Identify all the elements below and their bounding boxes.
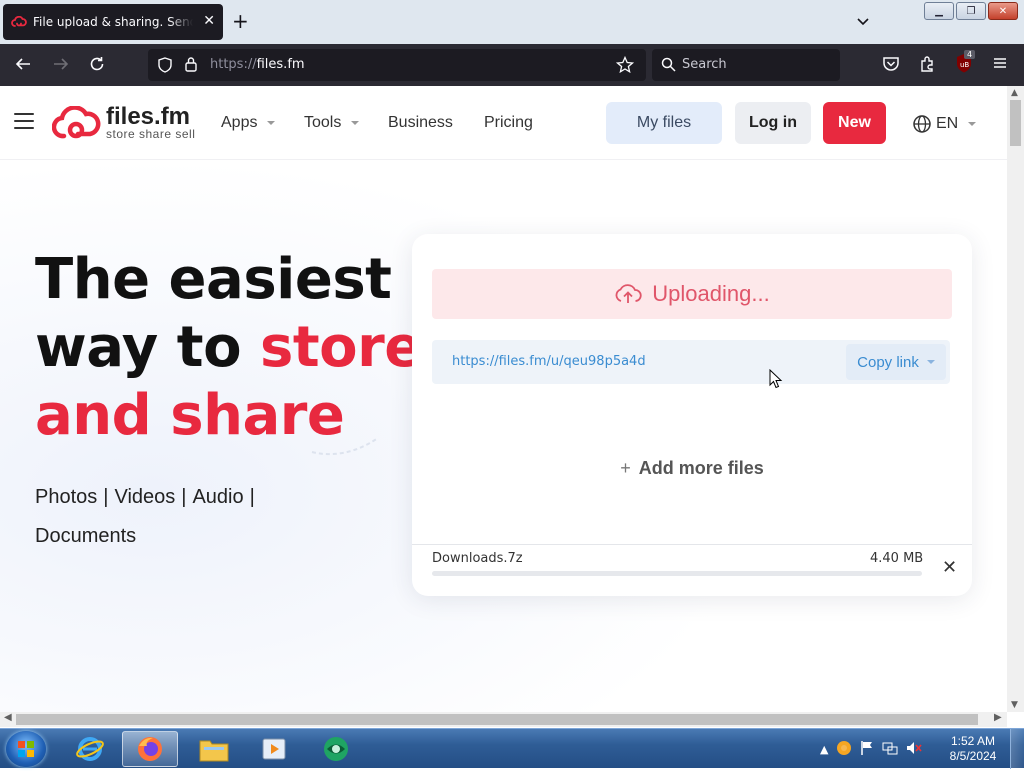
tab-title: File upload & sharing. Send large files — [33, 15, 193, 29]
share-link[interactable]: https://files.fm/u/qeu98p5a4d — [452, 354, 646, 369]
chevron-down-icon — [267, 120, 276, 125]
file-types: Photos | Videos | Audio | Documents — [35, 486, 255, 547]
tab-close-icon[interactable]: ✕ — [203, 13, 215, 29]
files-fm-logo[interactable]: files.fm store share sell — [52, 103, 196, 141]
cloud-upload-icon — [615, 284, 642, 303]
back-icon[interactable] — [14, 55, 32, 77]
add-more-files-button[interactable]: + Add more files — [412, 458, 972, 479]
show-hidden-icons-icon[interactable]: ▲ — [820, 743, 828, 756]
new-button[interactable]: New — [823, 102, 886, 144]
menu-apps[interactable]: Apps — [221, 114, 276, 132]
network-icon[interactable] — [882, 740, 898, 759]
vertical-scrollbar[interactable]: ▲ ▼ — [1007, 86, 1024, 712]
vertical-scroll-thumb[interactable] — [1010, 100, 1021, 146]
tracking-shield-icon[interactable] — [158, 57, 172, 77]
files-fm-favicon-icon — [11, 14, 27, 30]
uploading-label: Uploading... — [652, 281, 770, 306]
hero-title-line-1: The easiest — [35, 247, 392, 312]
scroll-right-icon[interactable]: ▶ — [994, 712, 1002, 723]
scroll-left-icon[interactable]: ◀ — [4, 712, 12, 723]
svg-text:uB: uB — [960, 61, 969, 69]
scroll-down-icon[interactable]: ▼ — [1011, 700, 1018, 710]
search-bar[interactable]: Search — [652, 49, 840, 81]
firefox-taskbar-icon[interactable] — [122, 731, 178, 767]
file-type-photos: Photos — [35, 486, 98, 508]
search-icon — [661, 57, 676, 76]
upload-progress-bar — [432, 571, 922, 576]
file-type-videos: Videos — [114, 486, 176, 508]
copy-link-button[interactable]: Copy link — [846, 344, 946, 380]
start-button-icon[interactable] — [6, 731, 46, 767]
media-player-icon[interactable] — [246, 731, 302, 767]
action-center-flag-icon[interactable] — [860, 740, 874, 759]
chevron-down-icon — [968, 122, 977, 126]
file-type-audio: Audio — [192, 486, 244, 508]
file-upload-row: Downloads.7z 4.40 MB ✕ — [412, 544, 972, 596]
show-desktop-button[interactable] — [1010, 729, 1024, 769]
system-tray: ▲ — [820, 729, 923, 769]
menu-tools[interactable]: Tools — [304, 114, 360, 132]
my-files-button[interactable]: My files — [606, 102, 722, 144]
new-tab-icon[interactable]: + — [232, 10, 249, 32]
file-explorer-icon[interactable] — [186, 731, 242, 767]
minimize-icon[interactable]: ▁ — [924, 2, 954, 20]
bookmark-star-icon[interactable] — [615, 55, 635, 78]
window-close-icon[interactable]: ✕ — [988, 2, 1018, 20]
cloud-logo-icon — [52, 106, 101, 139]
forward-icon[interactable] — [52, 55, 70, 77]
windows-taskbar: ▲ 1:52 AM 8/5/2024 — [0, 728, 1024, 769]
internet-explorer-icon[interactable] — [62, 731, 118, 767]
volume-muted-icon[interactable] — [906, 740, 923, 759]
window-controls: ▁ ❐ ✕ — [924, 2, 1018, 20]
mouse-cursor-icon — [769, 369, 783, 389]
language-selector[interactable]: EN — [912, 114, 977, 134]
plus-icon: + — [620, 458, 631, 478]
ublock-origin-icon[interactable]: uB 4 — [955, 50, 976, 79]
list-all-tabs-icon[interactable] — [856, 12, 870, 31]
clock-time: 1:52 AM — [950, 734, 996, 748]
menu-pricing[interactable]: Pricing — [484, 114, 533, 132]
horizontal-scroll-thumb[interactable] — [16, 714, 978, 725]
uploading-status-button[interactable]: Uploading... — [432, 269, 952, 319]
extensions-icon[interactable] — [919, 55, 937, 77]
menu-business[interactable]: Business — [388, 114, 453, 132]
site-header: files.fm store share sell Apps Tools Bus… — [0, 86, 1007, 160]
file-type-documents: Documents — [35, 525, 137, 547]
webpage: files.fm store share sell Apps Tools Bus… — [0, 86, 1007, 712]
reload-icon[interactable] — [88, 55, 106, 77]
app-globe-icon[interactable] — [308, 731, 364, 767]
clock-date: 8/5/2024 — [949, 749, 997, 763]
file-size: 4.40 MB — [870, 551, 924, 566]
extension-badge: 4 — [964, 50, 976, 59]
pocket-icon[interactable] — [882, 55, 900, 77]
hero-title-line-2: way to store — [35, 315, 422, 380]
restore-icon[interactable]: ❐ — [956, 2, 986, 20]
navigation-toolbar: https://files.fm Search uB 4 — [0, 44, 1024, 86]
share-link-row: https://files.fm/u/qeu98p5a4d Copy link — [432, 340, 950, 384]
logo-name: files.fm — [106, 103, 191, 130]
language-label: EN — [936, 115, 959, 132]
app-menu-icon[interactable] — [992, 55, 1008, 75]
search-placeholder: Search — [682, 57, 727, 72]
globe-icon — [913, 115, 931, 133]
scroll-up-icon[interactable]: ▲ — [1011, 88, 1018, 98]
chevron-down-icon — [351, 120, 360, 125]
browser-tab[interactable]: File upload & sharing. Send large files … — [3, 4, 223, 40]
tab-strip: File upload & sharing. Send large files … — [0, 0, 1024, 44]
log-in-button[interactable]: Log in — [735, 102, 811, 144]
hamburger-menu-icon[interactable] — [14, 113, 34, 134]
url-text: https://files.fm — [210, 57, 305, 72]
file-name: Downloads.7z — [432, 551, 523, 566]
address-bar[interactable]: https://files.fm — [148, 49, 646, 81]
logo-tagline: store share sell — [106, 127, 196, 141]
tray-app-icon[interactable] — [836, 740, 852, 759]
lock-icon[interactable] — [184, 56, 198, 76]
taskbar-clock[interactable]: 1:52 AM 8/5/2024 — [946, 734, 1000, 764]
hero-title-line-3: and share — [35, 383, 345, 448]
cancel-upload-icon[interactable]: ✕ — [942, 557, 957, 578]
upload-card: Uploading... https://files.fm/u/qeu98p5a… — [412, 234, 972, 596]
horizontal-scrollbar[interactable]: ◀ ▶ — [0, 712, 1007, 727]
chevron-down-icon — [926, 360, 935, 364]
hero-title: The easiest way to store and share — [35, 246, 422, 450]
